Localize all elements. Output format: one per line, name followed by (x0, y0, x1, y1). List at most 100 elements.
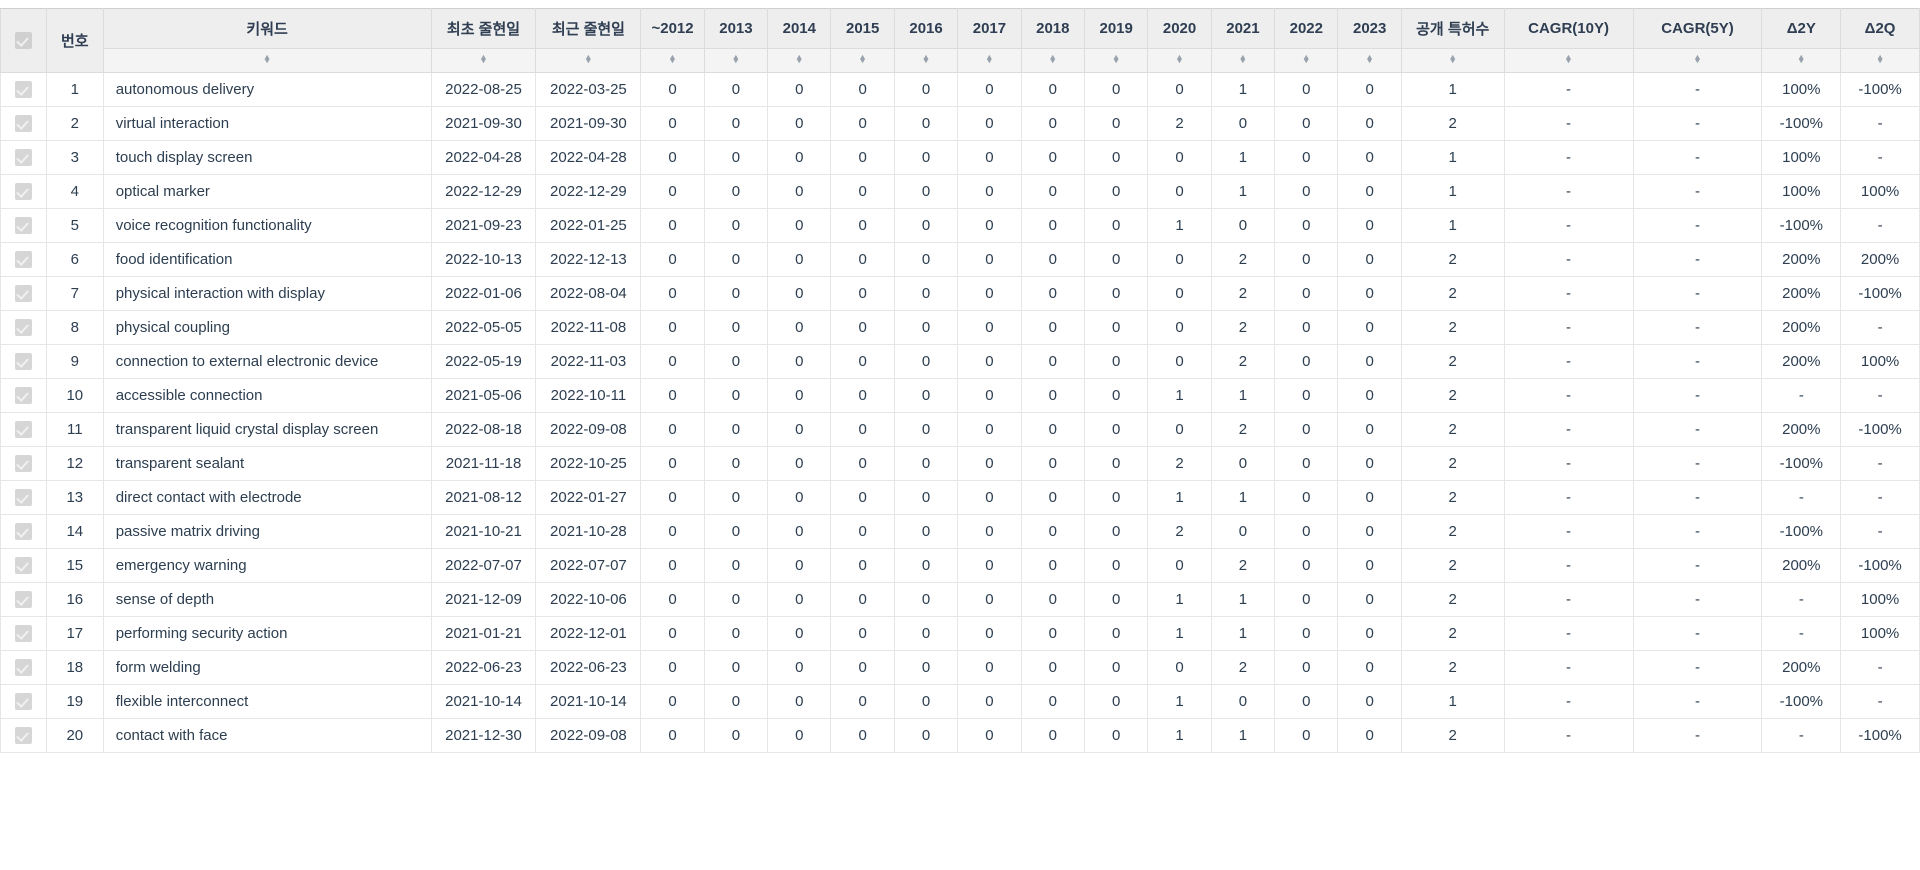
sort-cell-d2y[interactable]: ▴ ▾ (1761, 48, 1842, 73)
table-row[interactable]: 15 emergency warning 2022-07-07 2022-07-07 0… (0, 548, 1920, 583)
column-header-y2022[interactable]: 2022 (1274, 8, 1339, 49)
sort-cell-cagr5[interactable]: ▴ ▾ (1632, 48, 1763, 73)
sort-cell-y2013[interactable]: ▴ ▾ (703, 48, 769, 73)
row-select-checkbox[interactable] (14, 183, 32, 201)
column-header-kw[interactable]: 키워드 (102, 8, 432, 49)
row-select-checkbox[interactable] (14, 659, 32, 677)
column-header-d2y[interactable]: Δ2Y (1761, 8, 1842, 49)
table-row[interactable]: 10 accessible connection 2021-05-06 2022-10… (0, 378, 1920, 413)
sort-updown-icon[interactable]: ▴ ▾ (1695, 53, 1700, 65)
row-select-checkbox[interactable] (14, 557, 32, 575)
sort-updown-icon[interactable]: ▴ ▾ (265, 53, 270, 65)
select-all-checkbox[interactable] (14, 32, 32, 50)
sort-cell-y2014[interactable]: ▴ ▾ (767, 48, 832, 73)
row-checkbox-cell[interactable] (0, 208, 47, 243)
row-checkbox-cell[interactable] (0, 616, 47, 651)
sort-cell-y2016[interactable]: ▴ ▾ (893, 48, 959, 73)
row-checkbox-cell[interactable] (0, 310, 47, 345)
table-row[interactable]: 3 touch display screen 2022-04-28 2022-04-2… (0, 140, 1920, 175)
table-row[interactable]: 6 food identification 2022-10-13 2022-12-13… (0, 242, 1920, 277)
table-row[interactable]: 11 transparent liquid crystal display scr… (0, 412, 1920, 447)
row-select-checkbox[interactable] (14, 115, 32, 133)
sort-cell-last[interactable]: ▴ ▾ (535, 48, 642, 73)
row-select-checkbox[interactable] (14, 81, 32, 99)
row-select-checkbox[interactable] (14, 387, 32, 405)
sort-updown-icon[interactable]: ▴ ▾ (1051, 53, 1056, 65)
sort-updown-icon[interactable]: ▴ ▾ (1177, 53, 1182, 65)
column-header-y2015[interactable]: 2015 (830, 8, 895, 49)
sort-updown-icon[interactable]: ▴ ▾ (1241, 53, 1246, 65)
row-checkbox-cell[interactable] (0, 72, 47, 107)
table-row[interactable]: 7 physical interaction with display 2022-0… (0, 276, 1920, 311)
row-select-checkbox[interactable] (14, 421, 32, 439)
row-select-checkbox[interactable] (14, 489, 32, 507)
sort-cell-kw[interactable]: ▴ ▾ (102, 48, 432, 73)
row-checkbox-cell[interactable] (0, 242, 47, 277)
column-header-y2018[interactable]: 2018 (1020, 8, 1085, 49)
row-checkbox-cell[interactable] (0, 106, 47, 141)
sort-cell-y2012[interactable]: ▴ ▾ (640, 48, 705, 73)
row-checkbox-cell[interactable] (0, 446, 47, 481)
sort-updown-icon[interactable]: ▴ ▾ (586, 53, 591, 65)
row-checkbox-cell[interactable] (0, 684, 47, 719)
sort-cell-y2023[interactable]: ▴ ▾ (1337, 48, 1402, 73)
column-header-cagr10[interactable]: CAGR(10Y) (1503, 8, 1634, 49)
row-select-checkbox[interactable] (14, 693, 32, 711)
table-row[interactable]: 19 flexible interconnect 2021-10-14 2021-10… (0, 684, 1920, 719)
sort-cell-y2021[interactable]: ▴ ▾ (1210, 48, 1276, 73)
table-row[interactable]: 20 contact with face 2021-12-30 2022-09-08 0… (0, 718, 1920, 753)
table-row[interactable]: 18 form welding 2022-06-23 2022-06-23 0 0 0 0 0 0… (0, 650, 1920, 685)
row-checkbox-cell[interactable] (0, 718, 47, 753)
column-header-d2q[interactable]: Δ2Q (1840, 8, 1920, 49)
row-select-checkbox[interactable] (14, 591, 32, 609)
table-row[interactable]: 4 optical marker 2022-12-29 2022-12-29 0 0 0 0 0… (0, 174, 1920, 209)
row-select-checkbox[interactable] (14, 285, 32, 303)
column-header-first[interactable]: 최초 줄현일 (430, 8, 537, 49)
sort-cell-cagr10[interactable]: ▴ ▾ (1503, 48, 1634, 73)
table-row[interactable]: 2 virtual interaction 2021-09-30 2021-09-30… (0, 106, 1920, 141)
sort-updown-icon[interactable]: ▴ ▾ (1114, 53, 1119, 65)
sort-cell-y2015[interactable]: ▴ ▾ (830, 48, 895, 73)
column-header-no[interactable]: 번호 (45, 8, 104, 73)
column-header-y2017[interactable]: 2017 (957, 8, 1022, 49)
table-row[interactable]: 9 connection to external electronic devic… (0, 344, 1920, 379)
table-row[interactable]: 17 performing security action 2021-01-21 20… (0, 616, 1920, 651)
sort-updown-icon[interactable]: ▴ ▾ (860, 53, 865, 65)
row-checkbox-cell[interactable] (0, 276, 47, 311)
column-header-y2014[interactable]: 2014 (767, 8, 832, 49)
sort-cell-y2020[interactable]: ▴ ▾ (1147, 48, 1212, 73)
column-header-y2021[interactable]: 2021 (1210, 8, 1276, 49)
row-select-checkbox[interactable] (14, 523, 32, 541)
row-checkbox-cell[interactable] (0, 140, 47, 175)
sort-updown-icon[interactable]: ▴ ▾ (1450, 53, 1455, 65)
column-header-y2013[interactable]: 2013 (703, 8, 769, 49)
sort-updown-icon[interactable]: ▴ ▾ (1566, 53, 1571, 65)
column-header-y2016[interactable]: 2016 (893, 8, 959, 49)
row-checkbox-cell[interactable] (0, 582, 47, 617)
sort-updown-icon[interactable]: ▴ ▾ (670, 53, 675, 65)
sort-updown-icon[interactable]: ▴ ▾ (481, 53, 486, 65)
row-checkbox-cell[interactable] (0, 344, 47, 379)
row-select-checkbox[interactable] (14, 625, 32, 643)
sort-updown-icon[interactable]: ▴ ▾ (1878, 53, 1883, 65)
table-row[interactable]: 14 passive matrix driving 2021-10-21 2021-1… (0, 514, 1920, 549)
table-row[interactable]: 8 physical coupling 2022-05-05 2022-11-08 0 0… (0, 310, 1920, 345)
row-select-checkbox[interactable] (14, 251, 32, 269)
sort-updown-icon[interactable]: ▴ ▾ (797, 53, 802, 65)
table-row[interactable]: 5 voice recognition functionality 2021-09-… (0, 208, 1920, 243)
column-header-y2019[interactable]: 2019 (1083, 8, 1149, 49)
row-checkbox-cell[interactable] (0, 174, 47, 209)
row-checkbox-cell[interactable] (0, 548, 47, 583)
table-row[interactable]: 1 autonomous delivery 2022-08-25 2022-03-25… (0, 72, 1920, 107)
sort-updown-icon[interactable]: ▴ ▾ (1367, 53, 1372, 65)
sort-cell-total[interactable]: ▴ ▾ (1400, 48, 1505, 73)
row-select-checkbox[interactable] (14, 319, 32, 337)
sort-updown-icon[interactable]: ▴ ▾ (1799, 53, 1804, 65)
table-row[interactable]: 16 sense of depth 2021-12-09 2022-10-06 0 0 0 0… (0, 582, 1920, 617)
row-checkbox-cell[interactable] (0, 514, 47, 549)
row-select-checkbox[interactable] (14, 149, 32, 167)
sort-updown-icon[interactable]: ▴ ▾ (734, 53, 739, 65)
row-select-checkbox[interactable] (14, 727, 32, 745)
sort-updown-icon[interactable]: ▴ ▾ (1304, 53, 1309, 65)
row-select-checkbox[interactable] (14, 353, 32, 371)
